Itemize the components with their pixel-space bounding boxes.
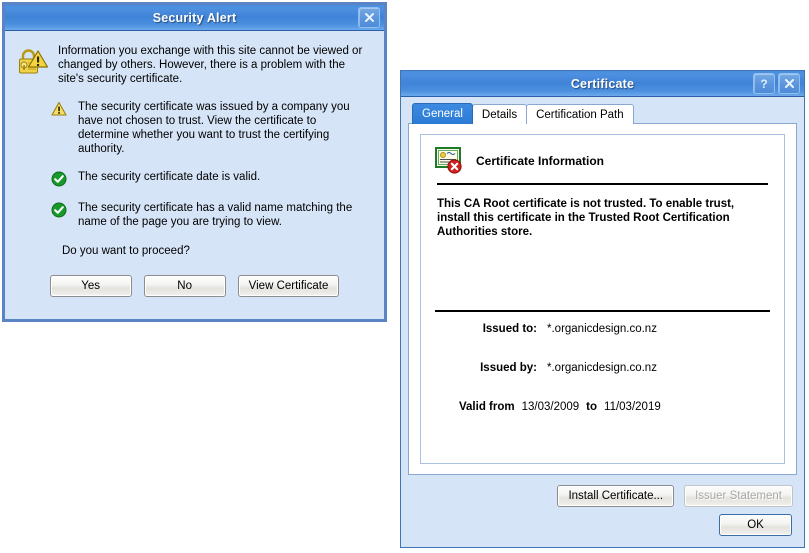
- security-alert-window-controls: [358, 7, 380, 28]
- valid-from-value: 13/03/2009: [521, 401, 580, 413]
- certificate-field-list: Issued to: *.organicdesign.co.nz Issued …: [433, 323, 772, 440]
- ok-button[interactable]: OK: [719, 514, 792, 536]
- no-button[interactable]: No: [143, 275, 226, 297]
- yes-button[interactable]: Yes: [49, 275, 132, 297]
- certificate-general-panel: Certificate Information This CA Root cer…: [408, 123, 797, 475]
- lock-warning-icon: [15, 45, 49, 79]
- issued-to-label: Issued to:: [482, 323, 537, 335]
- green-check-icon: [51, 171, 67, 187]
- certificate-titlebar: Certificate ?: [401, 71, 804, 97]
- certificate-info-header: Certificate Information: [435, 147, 770, 174]
- security-alert-body: Information you exchange with this site …: [5, 31, 384, 319]
- security-alert-bullet-list: The security certificate was issued by a…: [5, 86, 384, 229]
- list-item-text: The security certificate was issued by a…: [78, 101, 350, 155]
- divider: [435, 310, 770, 312]
- help-icon[interactable]: ?: [753, 73, 775, 94]
- view-certificate-button[interactable]: View Certificate: [237, 275, 340, 297]
- issued-to-row: Issued to: *.organicdesign.co.nz: [433, 323, 772, 335]
- divider: [437, 183, 768, 185]
- list-item-text: The security certificate date is valid.: [78, 171, 261, 183]
- warning-triangle-icon: [51, 101, 67, 117]
- tab-details[interactable]: Details: [471, 104, 528, 124]
- valid-to-label: to: [586, 401, 598, 413]
- security-alert-titlebar: Security Alert: [5, 5, 384, 31]
- issued-by-label: Issued by:: [480, 362, 537, 374]
- certificate-info-card: Certificate Information This CA Root cer…: [420, 134, 785, 464]
- close-icon[interactable]: [358, 7, 380, 28]
- close-icon[interactable]: [778, 73, 800, 94]
- certificate-dialog: Certificate ? General Details Certificat…: [400, 70, 805, 548]
- certificate-info-heading: Certificate Information: [476, 153, 605, 168]
- screen: Security Alert Information you exchange …: [0, 0, 809, 553]
- tab-certification-path[interactable]: Certification Path: [526, 104, 634, 124]
- list-item: The security certificate was issued by a…: [51, 100, 368, 156]
- certificate-title: Certificate: [570, 76, 635, 91]
- certificate-tabs: General Details Certification Path: [408, 103, 797, 124]
- security-alert-question: Do you want to proceed?: [62, 245, 190, 257]
- issued-to-value: *.organicdesign.co.nz: [547, 323, 657, 335]
- valid-to-value: 11/03/2019: [604, 401, 661, 413]
- certificate-window-controls: ?: [753, 73, 800, 94]
- list-item: The security certificate date is valid.: [51, 170, 368, 187]
- security-alert-title: Security Alert: [152, 10, 237, 25]
- validity-row: Valid from 13/03/2009 to 11/03/2019: [433, 401, 772, 413]
- security-alert-intro: Information you exchange with this site …: [5, 31, 384, 86]
- security-alert-dialog: Security Alert Information you exchange …: [2, 2, 387, 322]
- list-item-text: The security certificate has a valid nam…: [78, 202, 353, 228]
- certificate-footer: OK: [401, 503, 804, 547]
- valid-from-label: Valid from: [459, 401, 515, 413]
- certificate-notice-text: This CA Root certificate is not trusted.…: [437, 198, 735, 238]
- certificate-body: General Details Certification Path Certi…: [401, 97, 804, 547]
- issued-by-row: Issued by: *.organicdesign.co.nz: [433, 362, 772, 374]
- security-alert-intro-text: Information you exchange with this site …: [58, 45, 363, 85]
- green-check-icon: [51, 202, 67, 218]
- security-alert-button-row: Yes No View Certificate: [5, 275, 384, 297]
- issued-by-value: *.organicdesign.co.nz: [547, 362, 657, 374]
- list-item: The security certificate has a valid nam…: [51, 201, 368, 229]
- certificate-seal-error-icon: [435, 147, 465, 174]
- tab-general[interactable]: General: [412, 103, 473, 124]
